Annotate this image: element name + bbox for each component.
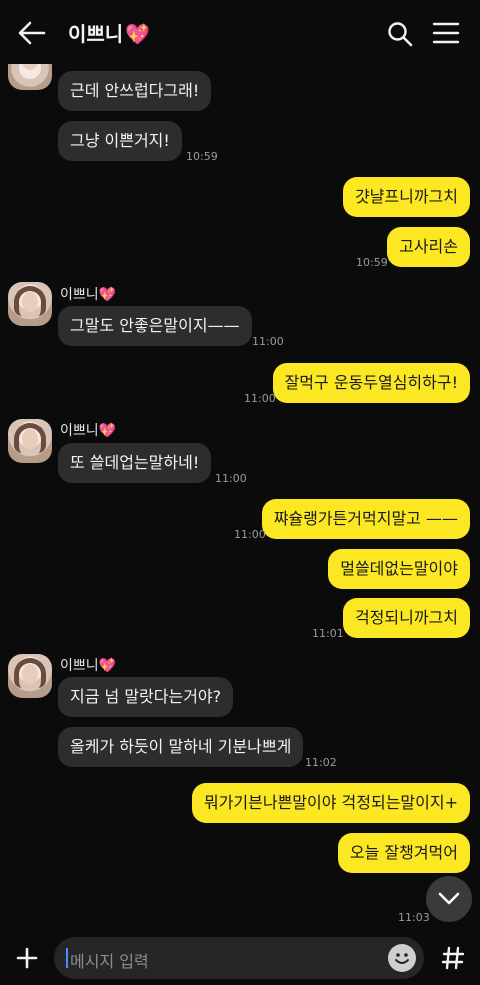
incoming-message: 그말도 안좋은말이지——: [58, 306, 252, 346]
sender-name: 이쁘니💖: [60, 658, 117, 674]
hamburger-menu-icon: [432, 22, 460, 44]
sender-name: 이쁘니💖: [60, 287, 117, 303]
outgoing-message: 잘먹구 운동두열심히하구!: [272, 363, 470, 403]
sender-avatar[interactable]: [8, 419, 52, 463]
message-timestamp: 10:59: [186, 150, 218, 163]
sender-avatar[interactable]: [8, 282, 52, 326]
incoming-message: 올케가 하듯이 말하네 기분나쁘게: [58, 727, 304, 767]
chat-title: 이쁘니 💖: [68, 22, 151, 46]
hashtag-button[interactable]: [436, 941, 470, 975]
outgoing-message: 걱정되니까그치: [342, 598, 470, 638]
heart-emoji: 💖: [98, 287, 117, 303]
search-button[interactable]: [386, 20, 414, 48]
incoming-message: 근데 안쓰럽다그래!: [58, 71, 212, 111]
message-timestamp: 10:59: [356, 256, 388, 269]
scroll-to-bottom-button[interactable]: [426, 876, 472, 922]
menu-button[interactable]: [432, 21, 460, 45]
search-icon: [388, 22, 413, 47]
input-placeholder: 메시지 입력: [70, 952, 149, 971]
message-timestamp: 11:01: [312, 627, 344, 640]
chevron-down-icon: [438, 892, 460, 905]
heart-emoji: 💖: [98, 658, 117, 674]
outgoing-message: 오늘 잘챙겨먹어: [337, 833, 470, 873]
heart-emoji: 💖: [98, 423, 117, 439]
plus-icon: [16, 947, 38, 969]
message-timestamp: 11:00: [215, 472, 247, 485]
heart-emoji: 💖: [125, 22, 151, 46]
hashtag-icon: [441, 946, 465, 970]
arrow-left-icon: [18, 21, 46, 45]
attach-button[interactable]: [10, 941, 44, 975]
message-timestamp: 11:00: [234, 528, 266, 541]
chat-message-list[interactable]: 근데 안쓰럽다그래! 그냥 이쁜거지! 10:59 걋냘프니까그치 고사리손 1…: [0, 0, 480, 935]
message-timestamp: 11:03: [398, 911, 430, 924]
sender-name: 이쁘니💖: [60, 423, 117, 439]
message-input[interactable]: 메시지 입력: [54, 937, 424, 979]
incoming-message: 그냥 이쁜거지!: [58, 121, 182, 161]
text-caret: [66, 948, 68, 968]
outgoing-message: 걋냘프니까그치: [342, 177, 470, 217]
incoming-message: 지금 넘 말랏다는거야?: [58, 677, 234, 717]
message-input-bar: 메시지 입력: [0, 935, 480, 985]
outgoing-message: 멀쓸데없는말이야: [328, 549, 470, 589]
message-timestamp: 11:00: [244, 392, 276, 405]
emoji-icon: [395, 953, 409, 964]
message-timestamp: 11:02: [305, 756, 337, 769]
incoming-message: 또 쓸데업는말하네!: [58, 443, 212, 483]
outgoing-message: 고사리손: [387, 227, 470, 267]
outgoing-message: 쨔슐랭가튼거먹지말고 ——: [261, 499, 470, 539]
back-button[interactable]: [16, 18, 48, 48]
emoji-button[interactable]: [388, 944, 416, 972]
sender-avatar[interactable]: [8, 654, 52, 698]
outgoing-message: 뭐가기븐나쁜말이야 걱정되는말이지+: [191, 783, 470, 823]
chat-header: 이쁘니 💖: [0, 0, 480, 64]
message-timestamp: 11:00: [252, 335, 284, 348]
